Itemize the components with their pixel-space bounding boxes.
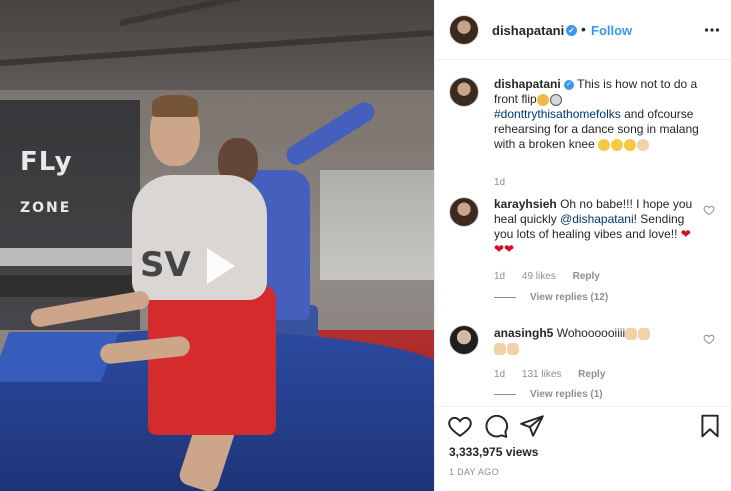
comment-body: Wohoooooiiii — [556, 326, 626, 340]
reply-button[interactable]: Reply — [573, 271, 600, 282]
crying-face-emoji-icon — [624, 138, 637, 151]
save-bookmark-icon[interactable] — [697, 413, 723, 439]
comments-list[interactable]: dishapatani ✓ This is how not to do a fr… — [435, 61, 731, 406]
post-header: dishapatani ✓ • Follow — [435, 0, 731, 60]
view-count[interactable]: 3,333,975 views — [449, 445, 538, 459]
verified-badge-icon: ✓ — [564, 79, 575, 90]
post-actions-bar — [435, 406, 731, 442]
play-icon — [207, 248, 235, 284]
skull-emoji-icon — [549, 93, 562, 106]
follow-button[interactable]: Follow — [591, 23, 632, 38]
monkey-emoji-icon — [536, 93, 549, 106]
instagram-post: FLy ZONE SV dishapatani ✓ • Follow disha… — [0, 0, 731, 491]
post-timestamp[interactable]: 1 DAY AGO — [449, 467, 499, 477]
clapping-hands-emoji-icon — [507, 342, 519, 355]
replies-divider — [494, 393, 516, 395]
separator-dot: • — [581, 21, 586, 37]
clapping-hands-emoji-icon — [625, 327, 638, 340]
clapping-hands-emoji-icon — [494, 342, 506, 355]
caption-hashtag[interactable]: #donttrythisathomefolks — [494, 107, 621, 121]
caption-text: dishapatani ✓ This is how not to do a fr… — [494, 77, 719, 152]
play-button[interactable] — [187, 236, 247, 296]
comment-likes[interactable]: 131 likes — [522, 369, 561, 380]
view-replies-label: View replies (1) — [530, 389, 603, 400]
comment-username[interactable]: anasingh5 — [494, 326, 553, 340]
comment-meta: 1d 131 likes Reply — [494, 369, 605, 380]
post-video[interactable]: FLy ZONE SV — [0, 0, 434, 491]
view-replies-button[interactable]: View replies (12) — [494, 292, 608, 303]
clapping-hands-emoji-icon — [638, 327, 651, 340]
verified-badge-icon: ✓ — [566, 25, 577, 36]
like-comment-heart-icon[interactable] — [703, 333, 715, 345]
comment-time: 1d — [494, 369, 506, 380]
share-paper-plane-icon[interactable] — [519, 413, 545, 439]
comment-time: 1d — [494, 271, 506, 282]
comment-likes[interactable]: 49 likes — [522, 271, 556, 282]
like-heart-icon[interactable] — [447, 413, 473, 439]
comment-text: anasingh5 Wohoooooiiii — [494, 326, 694, 356]
caption-time: 1d — [494, 177, 506, 188]
reply-button[interactable]: Reply — [578, 369, 605, 380]
comment-bubble-icon[interactable] — [483, 413, 509, 439]
like-comment-heart-icon[interactable] — [703, 204, 715, 216]
comment-meta: 1d 49 likes Reply — [494, 271, 600, 282]
weary-face-emoji-icon — [598, 138, 611, 151]
view-replies-button[interactable]: View replies (1) — [494, 389, 603, 400]
comment-mention[interactable]: @dishapatani — [560, 212, 634, 226]
caption-username[interactable]: dishapatani — [494, 77, 561, 91]
comment-username[interactable]: karayhsieh — [494, 197, 557, 211]
avatar[interactable] — [449, 15, 479, 45]
avatar[interactable] — [449, 77, 479, 107]
flexed-arm-emoji-icon — [637, 138, 650, 151]
view-replies-label: View replies (12) — [530, 292, 609, 303]
sad-face-emoji-icon — [611, 138, 624, 151]
header-username[interactable]: dishapatani — [492, 23, 564, 38]
avatar[interactable] — [449, 197, 479, 227]
post-side-panel: dishapatani ✓ • Follow dishapatani ✓ Thi… — [434, 0, 731, 491]
avatar[interactable] — [449, 325, 479, 355]
more-options-icon[interactable] — [704, 22, 720, 38]
replies-divider — [494, 296, 516, 298]
comment-text: karayhsieh Oh no babe!!! I hope you heal… — [494, 197, 694, 257]
